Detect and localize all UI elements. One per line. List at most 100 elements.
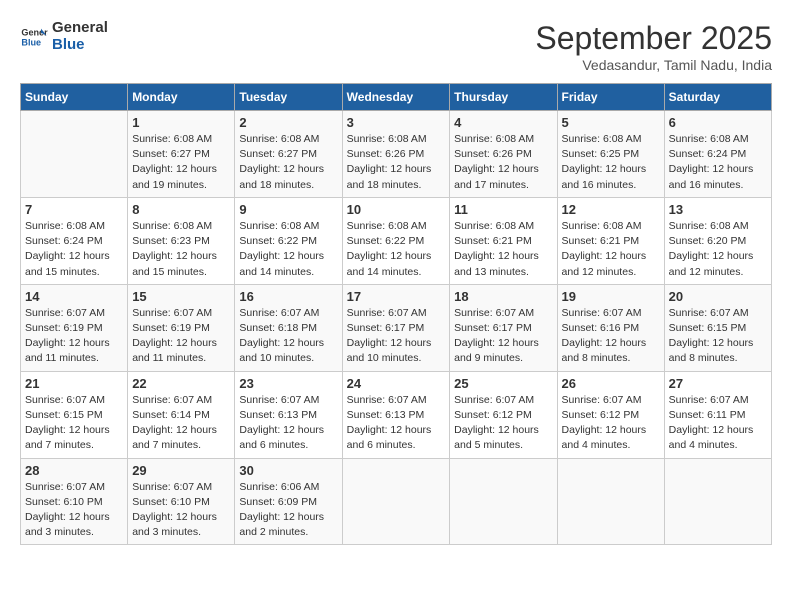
day-number: 19: [562, 289, 660, 304]
day-info: Sunrise: 6:06 AMSunset: 6:09 PMDaylight:…: [239, 480, 337, 541]
day-info: Sunrise: 6:07 AMSunset: 6:15 PMDaylight:…: [25, 393, 123, 454]
calendar-cell: 13 Sunrise: 6:08 AMSunset: 6:20 PMDayligh…: [664, 197, 771, 284]
day-number: 2: [239, 115, 337, 130]
week-row-3: 14 Sunrise: 6:07 AMSunset: 6:19 PMDayligh…: [21, 284, 772, 371]
calendar-cell: 22 Sunrise: 6:07 AMSunset: 6:14 PMDayligh…: [128, 371, 235, 458]
calendar-cell: [21, 111, 128, 198]
calendar-cell: 25 Sunrise: 6:07 AMSunset: 6:12 PMDayligh…: [450, 371, 557, 458]
day-info: Sunrise: 6:07 AMSunset: 6:16 PMDaylight:…: [562, 306, 660, 367]
calendar-cell: 20Sunrise: 6:07 AMSunset: 6:15 PMDayligh…: [664, 284, 771, 371]
day-number: 26: [562, 376, 660, 391]
day-number: 22: [132, 376, 230, 391]
day-number: 5: [562, 115, 660, 130]
day-info: Sunrise: 6:07 AMSunset: 6:14 PMDaylight:…: [132, 393, 230, 454]
logo-text-line1: General: [52, 20, 108, 37]
day-number: 4: [454, 115, 552, 130]
day-info: Sunrise: 6:08 AMSunset: 6:21 PMDaylight:…: [562, 219, 660, 280]
calendar-cell: 26 Sunrise: 6:07 AMSunset: 6:12 PMDayligh…: [557, 371, 664, 458]
logo-text-line2: Blue: [52, 37, 108, 54]
day-number: 28: [25, 463, 123, 478]
page-header: General Blue General Blue September 2025…: [20, 20, 772, 73]
calendar-cell: 8 Sunrise: 6:08 AMSunset: 6:23 PMDaylight…: [128, 197, 235, 284]
day-info: Sunrise: 6:08 AMSunset: 6:25 PMDaylight:…: [562, 132, 660, 193]
day-info: Sunrise: 6:08 AMSunset: 6:26 PMDaylight:…: [454, 132, 552, 193]
month-title: September 2025: [535, 20, 772, 57]
day-info: Sunrise: 6:07 AMSunset: 6:13 PMDaylight:…: [347, 393, 446, 454]
day-info: Sunrise: 6:08 AMSunset: 6:27 PMDaylight:…: [239, 132, 337, 193]
day-info: Sunrise: 6:07 AMSunset: 6:10 PMDaylight:…: [25, 480, 123, 541]
day-info: Sunrise: 6:07 AMSunset: 6:13 PMDaylight:…: [239, 393, 337, 454]
col-header-thursday: Thursday: [450, 84, 557, 111]
day-info: Sunrise: 6:08 AMSunset: 6:22 PMDaylight:…: [347, 219, 446, 280]
calendar-cell: 3Sunrise: 6:08 AMSunset: 6:26 PMDaylight…: [342, 111, 450, 198]
day-number: 23: [239, 376, 337, 391]
day-number: 25: [454, 376, 552, 391]
calendar-cell: 9 Sunrise: 6:08 AMSunset: 6:22 PMDaylight…: [235, 197, 342, 284]
day-info: Sunrise: 6:07 AMSunset: 6:19 PMDaylight:…: [25, 306, 123, 367]
calendar-cell: 14 Sunrise: 6:07 AMSunset: 6:19 PMDayligh…: [21, 284, 128, 371]
calendar-cell: 30 Sunrise: 6:06 AMSunset: 6:09 PMDayligh…: [235, 458, 342, 545]
col-header-monday: Monday: [128, 84, 235, 111]
day-number: 16: [239, 289, 337, 304]
calendar-cell: [664, 458, 771, 545]
day-info: Sunrise: 6:08 AMSunset: 6:27 PMDaylight:…: [132, 132, 230, 193]
col-header-tuesday: Tuesday: [235, 84, 342, 111]
day-info: Sunrise: 6:08 AMSunset: 6:22 PMDaylight:…: [239, 219, 337, 280]
day-info: Sunrise: 6:08 AMSunset: 6:24 PMDaylight:…: [25, 219, 123, 280]
day-info: Sunrise: 6:07 AMSunset: 6:18 PMDaylight:…: [239, 306, 337, 367]
week-row-5: 28 Sunrise: 6:07 AMSunset: 6:10 PMDayligh…: [21, 458, 772, 545]
day-number: 6: [669, 115, 767, 130]
day-number: 10: [347, 202, 446, 217]
calendar-cell: 24 Sunrise: 6:07 AMSunset: 6:13 PMDayligh…: [342, 371, 450, 458]
col-header-wednesday: Wednesday: [342, 84, 450, 111]
day-number: 24: [347, 376, 446, 391]
day-info: Sunrise: 6:08 AMSunset: 6:24 PMDaylight:…: [669, 132, 767, 193]
week-row-1: 1Sunrise: 6:08 AMSunset: 6:27 PMDaylight…: [21, 111, 772, 198]
calendar-cell: 28 Sunrise: 6:07 AMSunset: 6:10 PMDayligh…: [21, 458, 128, 545]
day-number: 13: [669, 202, 767, 217]
day-number: 30: [239, 463, 337, 478]
day-number: 11: [454, 202, 552, 217]
calendar-cell: [342, 458, 450, 545]
day-info: Sunrise: 6:08 AMSunset: 6:23 PMDaylight:…: [132, 219, 230, 280]
day-info: Sunrise: 6:07 AMSunset: 6:19 PMDaylight:…: [132, 306, 230, 367]
calendar-cell: [450, 458, 557, 545]
week-row-2: 7 Sunrise: 6:08 AMSunset: 6:24 PMDaylight…: [21, 197, 772, 284]
calendar-cell: 6 Sunrise: 6:08 AMSunset: 6:24 PMDaylight…: [664, 111, 771, 198]
col-header-friday: Friday: [557, 84, 664, 111]
day-number: 7: [25, 202, 123, 217]
day-number: 12: [562, 202, 660, 217]
day-number: 27: [669, 376, 767, 391]
day-number: 17: [347, 289, 446, 304]
calendar-cell: 21 Sunrise: 6:07 AMSunset: 6:15 PMDayligh…: [21, 371, 128, 458]
day-info: Sunrise: 6:07 AMSunset: 6:12 PMDaylight:…: [562, 393, 660, 454]
calendar-cell: 29 Sunrise: 6:07 AMSunset: 6:10 PMDayligh…: [128, 458, 235, 545]
day-number: 29: [132, 463, 230, 478]
day-number: 8: [132, 202, 230, 217]
day-info: Sunrise: 6:08 AMSunset: 6:21 PMDaylight:…: [454, 219, 552, 280]
day-number: 14: [25, 289, 123, 304]
day-number: 15: [132, 289, 230, 304]
day-info: Sunrise: 6:07 AMSunset: 6:15 PMDaylight:…: [669, 306, 767, 367]
calendar-cell: 11 Sunrise: 6:08 AMSunset: 6:21 PMDayligh…: [450, 197, 557, 284]
calendar-cell: 23 Sunrise: 6:07 AMSunset: 6:13 PMDayligh…: [235, 371, 342, 458]
day-number: 21: [25, 376, 123, 391]
day-info: Sunrise: 6:08 AMSunset: 6:20 PMDaylight:…: [669, 219, 767, 280]
location-subtitle: Vedasandur, Tamil Nadu, India: [535, 57, 772, 73]
calendar-cell: 4 Sunrise: 6:08 AMSunset: 6:26 PMDaylight…: [450, 111, 557, 198]
calendar-cell: 10 Sunrise: 6:08 AMSunset: 6:22 PMDayligh…: [342, 197, 450, 284]
calendar-cell: 19 Sunrise: 6:07 AMSunset: 6:16 PMDayligh…: [557, 284, 664, 371]
logo-icon: General Blue: [20, 23, 48, 51]
calendar-cell: [557, 458, 664, 545]
day-number: 9: [239, 202, 337, 217]
day-info: Sunrise: 6:07 AMSunset: 6:11 PMDaylight:…: [669, 393, 767, 454]
day-info: Sunrise: 6:07 AMSunset: 6:12 PMDaylight:…: [454, 393, 552, 454]
calendar-cell: 18 Sunrise: 6:07 AMSunset: 6:17 PMDayligh…: [450, 284, 557, 371]
calendar-cell: 2 Sunrise: 6:08 AMSunset: 6:27 PMDaylight…: [235, 111, 342, 198]
calendar-cell: 16 Sunrise: 6:07 AMSunset: 6:18 PMDayligh…: [235, 284, 342, 371]
week-row-4: 21 Sunrise: 6:07 AMSunset: 6:15 PMDayligh…: [21, 371, 772, 458]
day-number: 18: [454, 289, 552, 304]
day-info: Sunrise: 6:07 AMSunset: 6:10 PMDaylight:…: [132, 480, 230, 541]
calendar-table: SundayMondayTuesdayWednesdayThursdayFrid…: [20, 83, 772, 545]
day-info: Sunrise: 6:07 AMSunset: 6:17 PMDaylight:…: [454, 306, 552, 367]
